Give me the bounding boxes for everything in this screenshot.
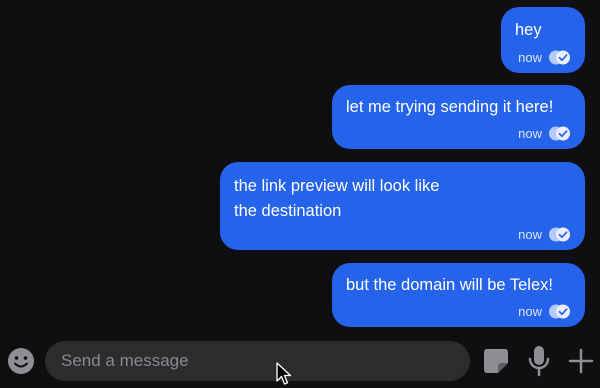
message-text: the link preview will look like the dest… — [234, 177, 440, 220]
message-bubble[interactable]: but the domain will be Telex! now — [332, 263, 585, 327]
double-check-icon — [549, 304, 570, 319]
message-input-container — [45, 341, 470, 381]
message-text: but the domain will be Telex! — [346, 276, 553, 294]
message-input[interactable] — [45, 341, 470, 381]
message-meta: now — [518, 126, 571, 141]
message-list: hey now let me trying sending it here! n… — [0, 0, 600, 338]
message-meta: now — [518, 50, 571, 65]
double-check-icon — [549, 227, 570, 242]
message-text: let me trying sending it here! — [346, 98, 554, 116]
sticker-icon[interactable] — [481, 346, 511, 376]
message-time: now — [518, 304, 542, 319]
message-time: now — [518, 227, 542, 242]
chat-window: hey now let me trying sending it here! n… — [0, 0, 600, 388]
message-text: hey — [515, 21, 542, 39]
message-bubble[interactable]: let me trying sending it here! now — [332, 85, 585, 149]
double-check-icon — [549, 126, 570, 141]
message-time: now — [518, 126, 542, 141]
mouse-cursor-icon — [276, 362, 292, 385]
message-meta: now — [518, 304, 571, 319]
microphone-icon[interactable] — [527, 345, 551, 377]
emoji-icon[interactable] — [6, 346, 36, 376]
message-meta: now — [518, 227, 571, 242]
plus-icon[interactable] — [567, 347, 595, 375]
double-check-icon — [549, 50, 570, 65]
message-bubble[interactable]: the link preview will look like the dest… — [220, 162, 585, 250]
message-composer — [0, 338, 600, 388]
message-time: now — [518, 50, 542, 65]
message-bubble[interactable]: hey now — [501, 7, 585, 73]
